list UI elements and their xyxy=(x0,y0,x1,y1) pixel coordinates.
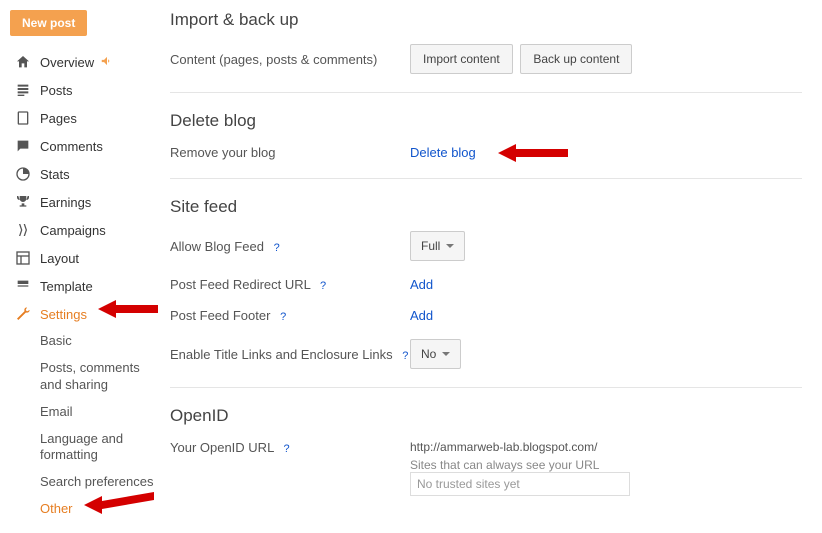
megaphone-icon xyxy=(100,54,114,71)
sidebar-item-label: Posts xyxy=(40,83,73,98)
sidebar-item-label: Overview xyxy=(40,55,94,70)
settings-subnav: Basic Posts, comments and sharing Email … xyxy=(10,328,160,523)
campaigns-icon xyxy=(14,221,32,239)
help-icon[interactable]: ? xyxy=(320,280,326,292)
sidebar-item-label: Comments xyxy=(40,139,103,154)
sidebar: New post Overview Posts Pages Comments S… xyxy=(0,0,160,533)
new-post-button[interactable]: New post xyxy=(10,10,87,36)
help-icon[interactable]: ? xyxy=(402,350,408,362)
trusted-sites-label: Sites that can always see your URL xyxy=(410,458,802,472)
sidebar-item-label: Earnings xyxy=(40,195,91,210)
sidebar-item-template[interactable]: Template xyxy=(10,272,160,300)
sidebar-item-posts[interactable]: Posts xyxy=(10,76,160,104)
sidebar-item-comments[interactable]: Comments xyxy=(10,132,160,160)
section-title: Import & back up xyxy=(170,10,802,30)
help-icon[interactable]: ? xyxy=(283,443,289,455)
help-icon[interactable]: ? xyxy=(274,242,280,254)
footer-add-link[interactable]: Add xyxy=(410,308,433,323)
help-icon[interactable]: ? xyxy=(280,311,286,323)
sidebar-item-stats[interactable]: Stats xyxy=(10,160,160,188)
sidebar-item-label: Template xyxy=(40,279,93,294)
main-content: Import & back up Content (pages, posts &… xyxy=(160,0,822,533)
chevron-down-icon xyxy=(442,352,450,356)
posts-icon xyxy=(14,81,32,99)
home-icon xyxy=(14,53,32,71)
sub-item-email[interactable]: Email xyxy=(36,399,160,426)
sidebar-item-label: Layout xyxy=(40,251,79,266)
pages-icon xyxy=(14,109,32,127)
backup-content-button[interactable]: Back up content xyxy=(520,44,632,74)
trusted-sites-input[interactable] xyxy=(410,472,630,496)
redirect-url-label: Post Feed Redirect URL xyxy=(170,277,310,292)
sidebar-item-campaigns[interactable]: Campaigns xyxy=(10,216,160,244)
template-icon xyxy=(14,277,32,295)
sidebar-item-earnings[interactable]: Earnings xyxy=(10,188,160,216)
dropdown-value: No xyxy=(421,347,436,361)
section-openid: OpenID Your OpenID URL ? http://ammarweb… xyxy=(170,388,802,514)
delete-desc: Remove your blog xyxy=(170,145,410,160)
wrench-icon xyxy=(14,305,32,323)
sidebar-item-label: Pages xyxy=(40,111,77,126)
stats-icon xyxy=(14,165,32,183)
section-delete-blog: Delete blog Remove your blog Delete blog xyxy=(170,93,802,179)
openid-url-value: http://ammarweb-lab.blogspot.com/ xyxy=(410,440,802,454)
sub-item-posts-comments[interactable]: Posts, comments and sharing xyxy=(36,355,160,399)
sidebar-item-overview[interactable]: Overview xyxy=(10,48,160,76)
allow-blog-feed-dropdown[interactable]: Full xyxy=(410,231,465,261)
sidebar-item-label: Settings xyxy=(40,307,87,322)
section-title: Site feed xyxy=(170,197,802,217)
section-site-feed: Site feed Allow Blog Feed ? Full Post Fe… xyxy=(170,179,802,388)
import-desc: Content (pages, posts & comments) xyxy=(170,52,410,67)
enable-title-links-label: Enable Title Links and Enclosure Links xyxy=(170,347,393,362)
sidebar-item-label: Stats xyxy=(40,167,70,182)
sidebar-item-settings[interactable]: Settings xyxy=(10,300,160,328)
sub-item-search-prefs[interactable]: Search preferences xyxy=(36,469,160,496)
delete-blog-link[interactable]: Delete blog xyxy=(410,145,476,160)
section-import-backup: Import & back up Content (pages, posts &… xyxy=(170,10,802,93)
annotation-arrow-icon xyxy=(498,139,568,167)
sub-item-label: Other xyxy=(40,501,73,516)
annotation-arrow-icon xyxy=(84,492,154,518)
sub-item-other[interactable]: Other xyxy=(36,496,160,523)
section-title: Delete blog xyxy=(170,111,802,131)
comments-icon xyxy=(14,137,32,155)
sidebar-item-pages[interactable]: Pages xyxy=(10,104,160,132)
layout-icon xyxy=(14,249,32,267)
feed-footer-label: Post Feed Footer xyxy=(170,308,270,323)
openid-url-label: Your OpenID URL xyxy=(170,440,274,455)
allow-blog-feed-label: Allow Blog Feed xyxy=(170,239,264,254)
sidebar-item-layout[interactable]: Layout xyxy=(10,244,160,272)
sub-item-basic[interactable]: Basic xyxy=(36,328,160,355)
section-title: OpenID xyxy=(170,406,802,426)
import-content-button[interactable]: Import content xyxy=(410,44,513,74)
trophy-icon xyxy=(14,193,32,211)
sub-item-language[interactable]: Language and formatting xyxy=(36,426,160,470)
enable-title-links-dropdown[interactable]: No xyxy=(410,339,461,369)
sidebar-item-label: Campaigns xyxy=(40,223,106,238)
chevron-down-icon xyxy=(446,244,454,248)
redirect-add-link[interactable]: Add xyxy=(410,277,433,292)
dropdown-value: Full xyxy=(421,239,440,253)
